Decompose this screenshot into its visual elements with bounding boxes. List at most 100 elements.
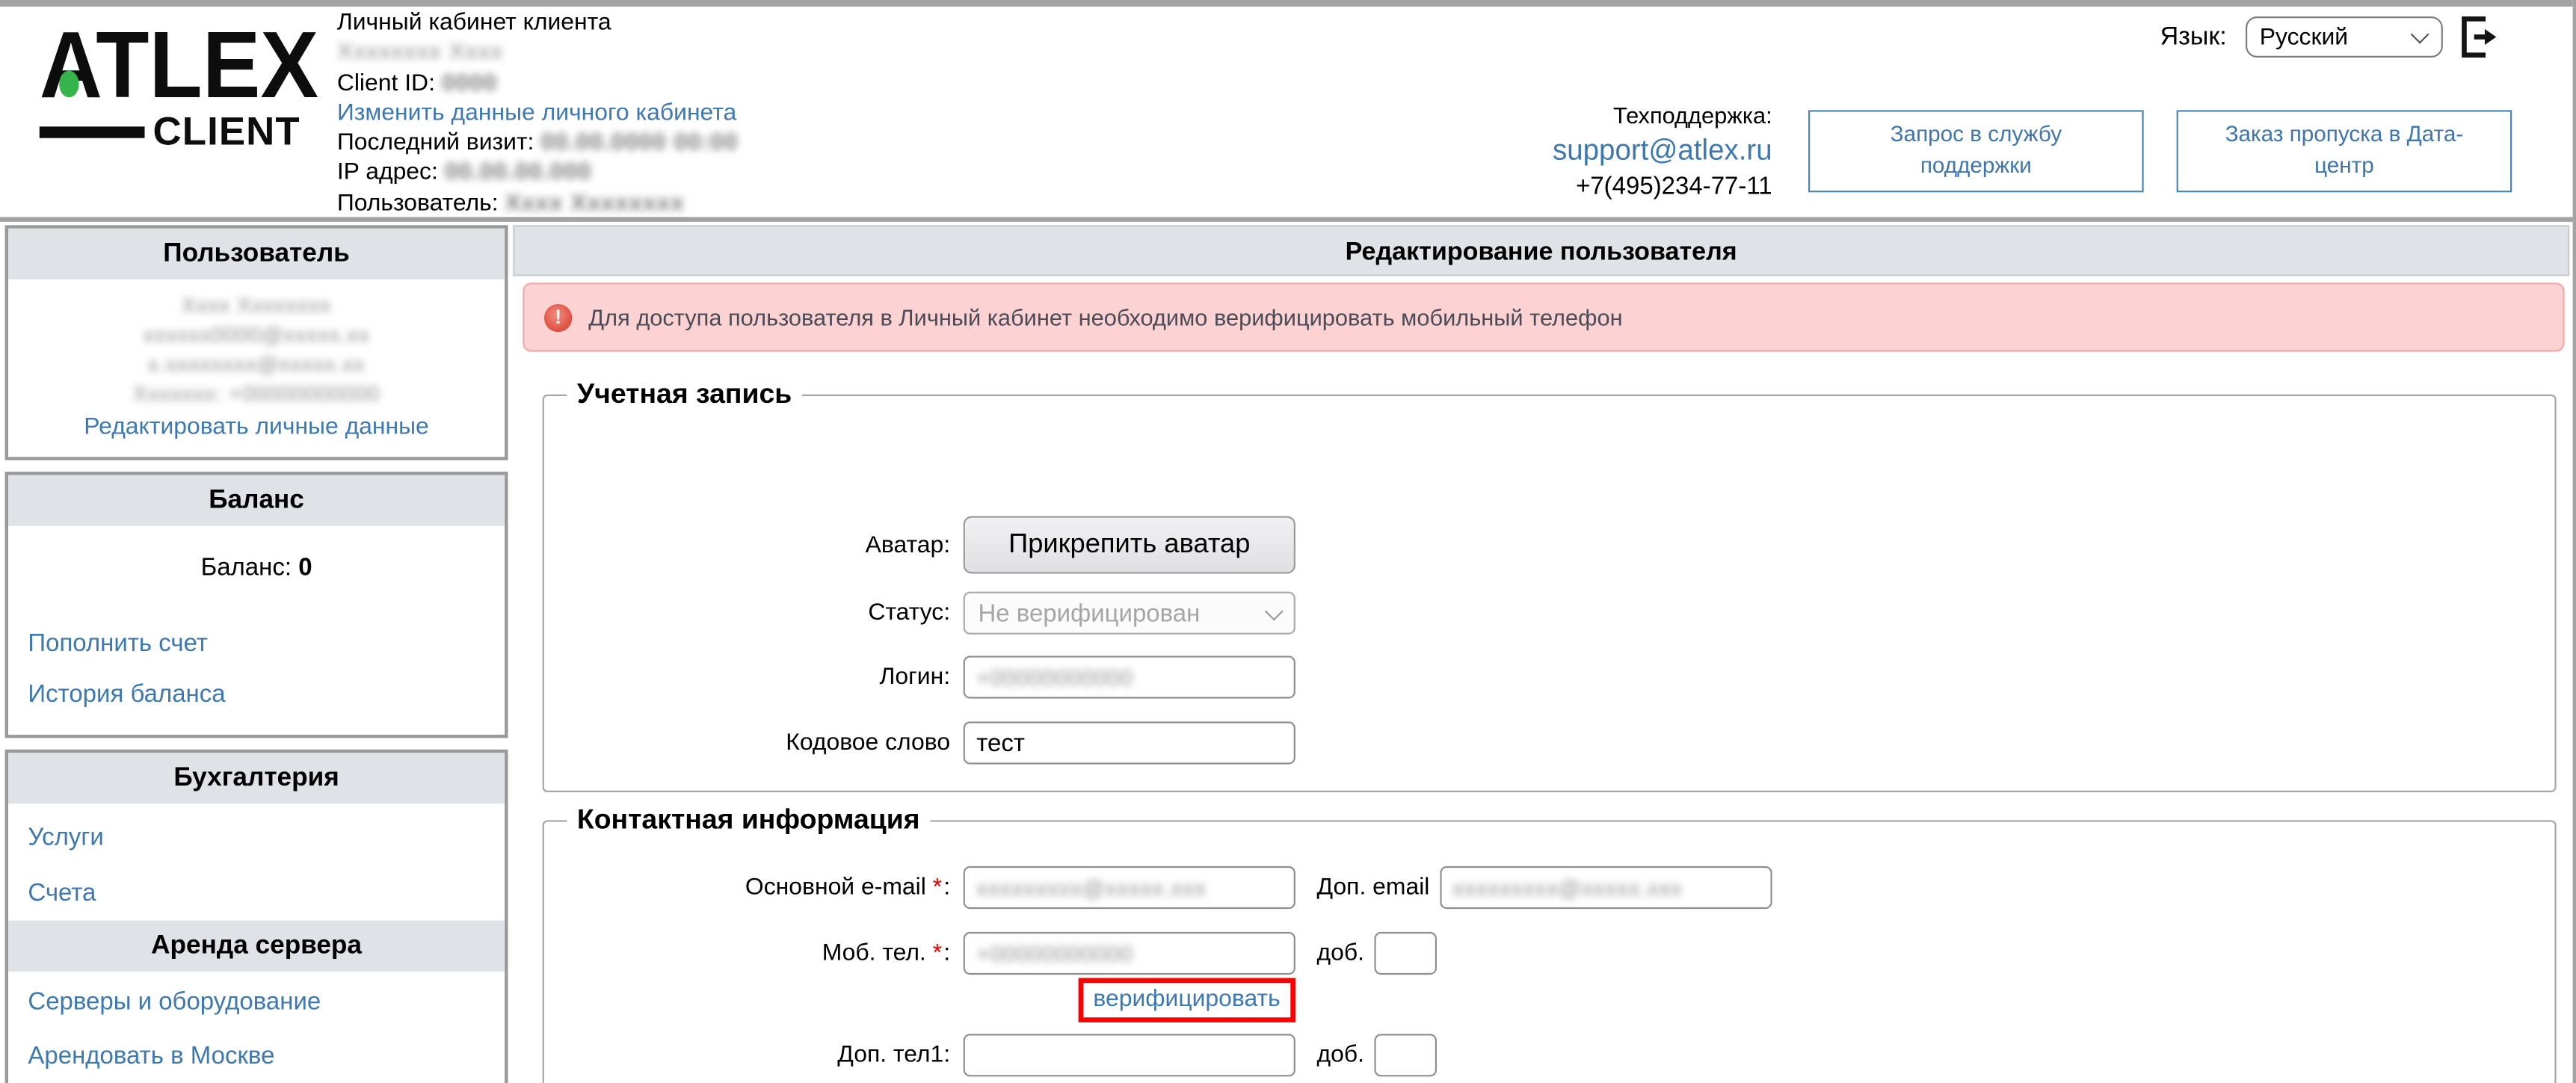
sidebar: Пользователь Xxxx Xxxxxxxx xxxxxx0000@xx…: [5, 225, 508, 1083]
logo-wordmark: ATLEX: [40, 26, 318, 109]
client-id-label: Client ID:: [337, 70, 435, 96]
phone1-label: Доп. тел1:: [561, 1042, 964, 1068]
balance-label: Баланс:: [201, 554, 292, 581]
ip-value: 00.00.00.000: [445, 160, 592, 186]
support-phone: +7(495)234-77-11: [1553, 173, 1772, 200]
user-panel-body: Xxxx Xxxxxxxx xxxxxx0000@xxxxx.xx x.xxxx…: [8, 280, 505, 457]
logout-icon[interactable]: [2460, 15, 2496, 59]
mobile-label-text: Моб. тел.: [822, 940, 926, 966]
login-input[interactable]: +00000000000: [964, 655, 1295, 698]
header-divider: [0, 217, 2573, 222]
user-panel-title: Пользователь: [8, 229, 505, 280]
support-request-button[interactable]: Запрос в службу поддержки: [1808, 110, 2144, 192]
status-row: Статус: Не верифицирован: [561, 592, 2539, 635]
warning-icon: !: [544, 303, 572, 331]
sidebar-panel-accounting: Бухгалтерия Услуги Счета Аренда сервера …: [5, 750, 508, 1083]
sidebar-panel-user: Пользователь Xxxx Xxxxxxxx xxxxxx0000@xx…: [5, 225, 508, 460]
mobile-input[interactable]: +00000000000: [964, 932, 1295, 975]
support-email-link[interactable]: support@atlex.ru: [1553, 133, 1772, 166]
sidebar-item-balance-history[interactable]: История баланса: [28, 680, 488, 708]
support-block: Техподдержка: support@atlex.ru +7(495)23…: [1553, 102, 1772, 200]
ext-label: доб.: [1316, 1042, 1364, 1068]
account-legend: Учетная запись: [567, 378, 802, 411]
mobile-row: Моб. тел.*: +00000000000 доб.: [561, 932, 2539, 975]
account-info-block: Личный кабинет клиента Xxxxxxxx Xxxx Cli…: [337, 8, 739, 219]
login-label: Логин:: [561, 664, 964, 690]
mobile-ext-input[interactable]: [1374, 932, 1437, 975]
top-border: [0, 0, 2573, 7]
codeword-input[interactable]: [964, 721, 1295, 764]
last-visit-line: Последний визит: 00.00.0000 00:00: [337, 129, 739, 158]
support-label: Техподдержка:: [1553, 102, 1772, 128]
user-phone-blurred: Xxxxxxx: +00000000000: [18, 380, 495, 410]
required-asterisk: *: [933, 874, 942, 901]
user-label: Пользователь:: [337, 191, 499, 217]
page: ATLEX CLIENT Личный кабинет клиента Xxxx…: [0, 0, 2576, 1083]
phone1-input[interactable]: [964, 1034, 1295, 1076]
language-label: Язык:: [2160, 22, 2227, 52]
edit-personal-data-link[interactable]: Редактировать личные данные: [18, 414, 495, 440]
contact-fieldset: Контактная информация Основной e-mail *: …: [543, 803, 2557, 1083]
add-email-label: Доп. email: [1316, 874, 1429, 901]
add-email-input[interactable]: xxxxxxxxx@xxxxx.xxx: [1440, 866, 1772, 909]
status-selected-value: Не верифицирован: [978, 599, 1200, 627]
client-id-line: Client ID: 0000: [337, 68, 739, 98]
status-select[interactable]: Не верифицирован: [964, 592, 1295, 635]
language-row: Язык: Русский: [2160, 15, 2497, 59]
balance-panel-title: Баланс: [8, 475, 505, 526]
atlex-logo: ATLEX CLIENT: [40, 26, 306, 155]
accounting-panel-body: Услуги Счета Аренда сервера Серверы и об…: [8, 803, 505, 1083]
verification-warning: ! Для доступа пользователя в Личный каби…: [523, 283, 2564, 351]
verify-link[interactable]: верифицировать: [1093, 986, 1280, 1012]
edit-cabinet-link[interactable]: Изменить данные личного кабинета: [337, 100, 736, 126]
colon: :: [943, 874, 950, 901]
sidebar-item-services[interactable]: Услуги: [28, 824, 488, 851]
status-label: Статус:: [561, 600, 964, 626]
codeword-row: Кодовое слово: [561, 721, 2539, 764]
avatar-label: Аватар:: [561, 531, 964, 558]
user-name-blurred: Xxxx Xxxxxxxx: [18, 291, 495, 321]
sidebar-item-rent-moscow[interactable]: Арендовать в Москве: [28, 1042, 488, 1070]
last-visit-label: Последний визит:: [337, 130, 534, 156]
datacenter-pass-button[interactable]: Заказ пропуска в Дата-центр: [2177, 110, 2512, 192]
email-label-text: Основной e-mail: [745, 874, 926, 901]
sidebar-item-servers[interactable]: Серверы и оборудование: [28, 988, 488, 1016]
email-input[interactable]: xxxxxxxxx@xxxxx.xxx: [964, 866, 1295, 909]
attach-avatar-button[interactable]: Прикрепить аватар: [964, 516, 1295, 574]
email-row: Основной e-mail *: xxxxxxxxx@xxxxx.xxx До…: [561, 866, 2539, 909]
logo-green-dot-icon: [59, 70, 78, 97]
sidebar-panel-balance: Баланс Баланс: 0 Пополнить счет История …: [5, 472, 508, 738]
login-row: Логин: +00000000000: [561, 655, 2539, 698]
sidebar-item-topup[interactable]: Пополнить счет: [28, 629, 488, 657]
ip-line: IP адрес: 00.00.00.000: [337, 158, 739, 188]
accounting-panel-title: Бухгалтерия: [8, 753, 505, 803]
last-visit-value: 00.00.0000 00:00: [540, 130, 738, 156]
user-email1-blurred: xxxxxx0000@xxxxx.xx: [18, 321, 495, 351]
email-label: Основной e-mail *:: [561, 874, 964, 901]
sidebar-item-invoices[interactable]: Счета: [28, 880, 488, 907]
balance-value: 0: [298, 554, 312, 581]
ip-label: IP адрес:: [337, 160, 438, 186]
verify-highlight-box: верифицировать: [1079, 978, 1295, 1022]
email-value-blurred: xxxxxxxxx@xxxxx.xxx: [976, 875, 1206, 900]
codeword-label: Кодовое слово: [561, 729, 964, 756]
logo-underline: [40, 127, 145, 138]
phone1-ext-input[interactable]: [1374, 1034, 1437, 1076]
contact-legend: Контактная информация: [567, 803, 930, 836]
rent-section-title: Аренда сервера: [8, 921, 505, 972]
user-email2-blurred: x.xxxxxxxx@xxxxx.xx: [18, 350, 495, 380]
user-line: Пользователь: Xxxx Xxxxxxxx: [337, 188, 739, 218]
chevron-down-icon: [2410, 25, 2429, 44]
user-value: Xxxx Xxxxxxxx: [505, 191, 684, 217]
mobile-label: Моб. тел.*:: [561, 940, 964, 966]
logo-text: ATLEX: [40, 14, 318, 119]
warning-text: Для доступа пользователя в Личный кабине…: [588, 304, 1622, 330]
ext-label: доб.: [1316, 940, 1364, 966]
required-asterisk: *: [933, 940, 942, 966]
page-title: Редактирование пользователя: [513, 225, 2569, 276]
avatar-row: Аватар: Прикрепить аватар: [561, 516, 2539, 574]
login-value-blurred: +00000000000: [976, 665, 1133, 690]
account-fieldset: Учетная запись Аватар: Прикрепить аватар…: [543, 378, 2557, 792]
add-email-value-blurred: xxxxxxxxx@xxxxx.xxx: [1452, 875, 1682, 900]
language-select[interactable]: Русский: [2245, 16, 2442, 58]
